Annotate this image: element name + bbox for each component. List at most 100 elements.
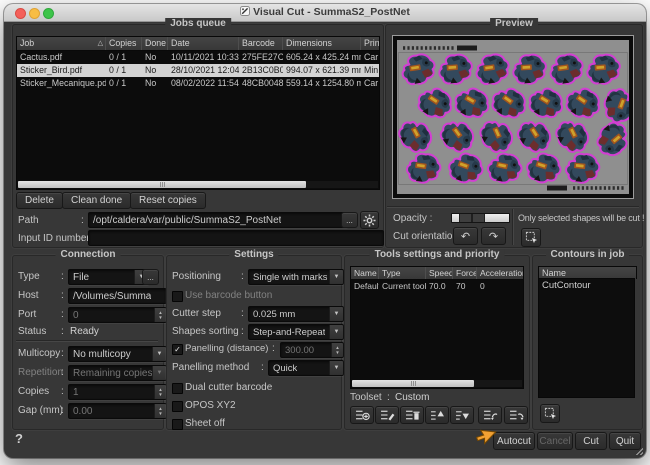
- cut-shape[interactable]: [405, 150, 443, 186]
- multicopy-select[interactable]: No multicopy▼: [68, 346, 167, 362]
- tool-add-button[interactable]: [350, 406, 374, 424]
- clean-done-button[interactable]: Clean done: [62, 192, 131, 209]
- cut-shape[interactable]: [487, 81, 531, 124]
- cut-shape[interactable]: [451, 82, 494, 125]
- slider-handle[interactable]: [459, 214, 472, 222]
- jobs-table-hscrollbar[interactable]: [18, 181, 378, 188]
- cell-barcode: 48CB0048: [239, 77, 283, 90]
- scrollbar-thumb[interactable]: [352, 380, 474, 387]
- cut-shape[interactable]: [478, 116, 516, 156]
- scrollbar-thumb[interactable]: [18, 181, 306, 188]
- toolset-value: Custom: [395, 392, 429, 403]
- tools-table[interactable]: Name Type Speed Force Acceleration Defau…: [350, 266, 524, 389]
- preview-canvas[interactable]: [397, 40, 629, 194]
- column-header-name[interactable]: Name: [351, 267, 379, 279]
- cut-shape[interactable]: [524, 82, 567, 125]
- cut-shape[interactable]: [445, 148, 487, 188]
- tool-sort-asc-button[interactable]: [425, 406, 449, 424]
- column-header-dimensions[interactable]: Dimensions: [283, 37, 361, 50]
- column-header-printer[interactable]: Prin: [361, 37, 379, 50]
- cut-shape[interactable]: [397, 116, 435, 157]
- cut-shape[interactable]: [564, 150, 602, 185]
- tool-row[interactable]: Default Current tool 70.0 70 0: [351, 280, 523, 292]
- table-row[interactable]: Sticker_Mecanique.pdf 0 / 1 No 08/02/202…: [17, 77, 379, 90]
- chevron-down-icon: ▼: [329, 325, 343, 339]
- use-barcode-checkbox[interactable]: [172, 291, 183, 302]
- cut-shape[interactable]: [553, 116, 591, 156]
- multicopy-label: Multicopy: [18, 348, 60, 359]
- column-header-done[interactable]: Done: [142, 37, 168, 50]
- tool-edit-button[interactable]: [375, 406, 399, 424]
- input-id-field[interactable]: [88, 230, 384, 246]
- cut-shape[interactable]: [413, 82, 456, 125]
- column-header-date[interactable]: Date: [168, 37, 239, 50]
- path-settings-button[interactable]: [360, 211, 379, 229]
- spinner-arrows-icon[interactable]: ▲▼: [154, 308, 166, 322]
- cut-shape[interactable]: [513, 54, 547, 85]
- port-stepper[interactable]: 0 ▲▼: [68, 307, 167, 323]
- gap-stepper: 0.00 ▲▼: [68, 403, 167, 419]
- cut-shape[interactable]: [599, 85, 629, 127]
- panelling-method-select[interactable]: Quick▼: [268, 360, 344, 376]
- jobs-table[interactable]: Job△ Copies Done Date Barcode Dimensions…: [16, 36, 380, 190]
- rotate-ccw-button[interactable]: ↶: [453, 227, 478, 245]
- cut-shape[interactable]: [514, 115, 554, 157]
- opacity-slider[interactable]: [451, 213, 510, 223]
- type-select[interactable]: File▼: [68, 269, 149, 285]
- path-input[interactable]: /opt/caldera/var/public/SummaS2_PostNet: [88, 212, 348, 228]
- toolset-save-button[interactable]: [504, 406, 528, 424]
- panelling-checkbox[interactable]: ✓: [172, 344, 183, 355]
- reset-copies-button[interactable]: Reset copies: [130, 192, 206, 209]
- tool-sort-desc-button[interactable]: [450, 406, 474, 424]
- cutter-step-select[interactable]: 0.025 mm▼: [248, 306, 344, 322]
- cut-shape[interactable]: [439, 54, 472, 84]
- tool-delete-button[interactable]: [400, 406, 424, 424]
- table-row-selected[interactable]: Sticker_Bird.pdf 0 / 1 No 28/10/2021 12:…: [17, 64, 379, 77]
- shapes-sorting-select[interactable]: Step-and-Repeat▼: [248, 324, 344, 340]
- column-header-type[interactable]: Type: [379, 267, 426, 279]
- cut-shape[interactable]: [587, 54, 620, 84]
- cut-shape[interactable]: [591, 118, 629, 160]
- cut-shape[interactable]: [550, 54, 583, 84]
- cut-shape[interactable]: [476, 54, 509, 84]
- title-bar[interactable]: Visual Cut - SummaS2_PostNet: [4, 4, 646, 22]
- contours-list[interactable]: CutContour: [538, 278, 635, 398]
- rotate-cw-button[interactable]: ↷: [481, 227, 506, 245]
- column-header-copies[interactable]: Copies: [106, 37, 142, 50]
- column-header-job[interactable]: Job△: [17, 37, 106, 50]
- type-browse-button[interactable]: ...: [142, 269, 159, 285]
- cut-button[interactable]: Cut: [575, 432, 607, 450]
- list-edit-icon: [380, 409, 395, 421]
- select-contour-button[interactable]: [540, 404, 560, 423]
- tools-table-hscrollbar[interactable]: [352, 380, 522, 387]
- slider-handle[interactable]: [472, 214, 485, 222]
- select-shapes-button[interactable]: [521, 228, 541, 247]
- dual-cutter-checkbox[interactable]: [172, 383, 183, 394]
- help-button[interactable]: ?: [15, 431, 23, 446]
- column-header-barcode[interactable]: Barcode: [239, 37, 283, 50]
- cut-shape[interactable]: [402, 54, 436, 85]
- input-id-label: Input ID number: [18, 233, 90, 244]
- cell-date: 28/10/2021 12:04: [168, 64, 239, 77]
- cell-printer: Min: [361, 64, 379, 77]
- cut-shape[interactable]: [485, 149, 525, 187]
- list-item[interactable]: CutContour: [539, 279, 634, 292]
- column-header-speed[interactable]: Speed: [426, 267, 453, 279]
- delete-button[interactable]: Delete: [16, 192, 63, 209]
- cut-shape[interactable]: [523, 148, 564, 188]
- cut-shape[interactable]: [561, 81, 605, 124]
- column-header-force[interactable]: Force: [453, 267, 477, 279]
- column-header-acceleration[interactable]: Acceleration: [477, 267, 523, 279]
- cell-date: 08/02/2022 11:54: [168, 77, 239, 90]
- cell-speed: 70.0: [426, 280, 453, 292]
- quit-button[interactable]: Quit: [609, 432, 641, 450]
- cut-shape[interactable]: [437, 115, 478, 158]
- table-row[interactable]: Cactus.pdf 0 / 1 No 10/11/2021 10:33 275…: [17, 51, 379, 64]
- toolset-open-button[interactable]: [478, 406, 502, 424]
- path-browse-button[interactable]: ...: [341, 212, 358, 228]
- spinner-arrows-icon: ▲▼: [154, 385, 166, 399]
- host-input[interactable]: /Volumes/Summa: [68, 288, 167, 304]
- sheet-off-checkbox[interactable]: [172, 419, 183, 430]
- positioning-select[interactable]: Single with marks▼: [248, 269, 344, 285]
- opos-checkbox[interactable]: [172, 401, 183, 412]
